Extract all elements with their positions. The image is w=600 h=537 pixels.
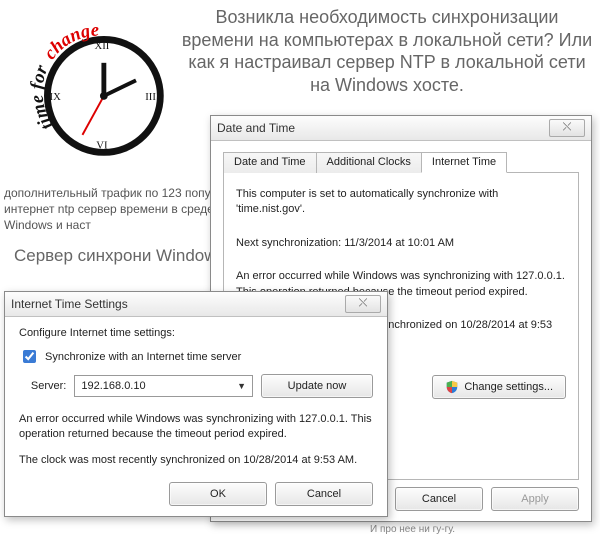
sync-enable-checkbox[interactable] xyxy=(23,350,36,363)
article-heading: Возникла необходимость синхронизации вре… xyxy=(180,6,594,96)
svg-text:IX: IX xyxy=(50,91,62,103)
date-and-time-titlebar[interactable]: Date and Time ⤬ xyxy=(211,116,591,141)
svg-text:VI: VI xyxy=(96,139,108,151)
server-combobox[interactable]: 192.168.0.10 ▼ xyxy=(74,375,253,397)
sync-target-text: This computer is set to automatically sy… xyxy=(236,187,566,218)
chevron-down-icon: ▼ xyxy=(233,381,250,391)
uac-shield-icon xyxy=(445,380,459,394)
cancel-button[interactable]: Cancel xyxy=(275,482,373,506)
tab-additional-clocks[interactable]: Additional Clocks xyxy=(316,152,422,173)
change-settings-button[interactable]: Change settings... xyxy=(432,375,566,399)
article-footer-fragment: И про нее ни гу-гу. xyxy=(370,524,455,535)
apply-button[interactable]: Apply xyxy=(491,487,579,511)
last-sync-text: The clock was most recently synchronized… xyxy=(19,453,373,468)
tab-internet-time[interactable]: Internet Time xyxy=(421,152,507,173)
server-value: 192.168.0.10 xyxy=(81,380,145,392)
svg-text:XII: XII xyxy=(94,40,109,52)
sync-enable-label: Synchronize with an Internet time server xyxy=(45,351,241,363)
window-title: Internet Time Settings xyxy=(11,297,345,311)
configure-label: Configure Internet time settings: xyxy=(19,327,373,339)
close-button[interactable]: ⤬ xyxy=(345,295,381,313)
tabstrip: Date and Time Additional Clocks Internet… xyxy=(223,151,579,173)
dialog-button-row: OK Cancel xyxy=(169,482,373,506)
internet-time-settings-window: Internet Time Settings ⤬ Configure Inter… xyxy=(4,291,388,517)
close-button[interactable]: ⤬ xyxy=(549,119,585,137)
svg-text:III: III xyxy=(145,91,156,103)
ok-button[interactable]: OK xyxy=(169,482,267,506)
cancel-button[interactable]: Cancel xyxy=(395,487,483,511)
window-title: Date and Time xyxy=(217,121,549,135)
clock-illustration: XII III VI IX time for change xyxy=(26,20,172,166)
sync-error-text: An error occurred while Windows was sync… xyxy=(19,412,373,443)
internet-time-settings-titlebar[interactable]: Internet Time Settings ⤬ xyxy=(5,292,387,317)
change-settings-label: Change settings... xyxy=(464,381,553,393)
next-sync-text: Next synchronization: 11/3/2014 at 10:01… xyxy=(236,236,566,251)
server-label: Server: xyxy=(19,380,66,392)
tab-date-and-time[interactable]: Date and Time xyxy=(223,152,317,173)
update-now-button[interactable]: Update now xyxy=(261,374,373,398)
